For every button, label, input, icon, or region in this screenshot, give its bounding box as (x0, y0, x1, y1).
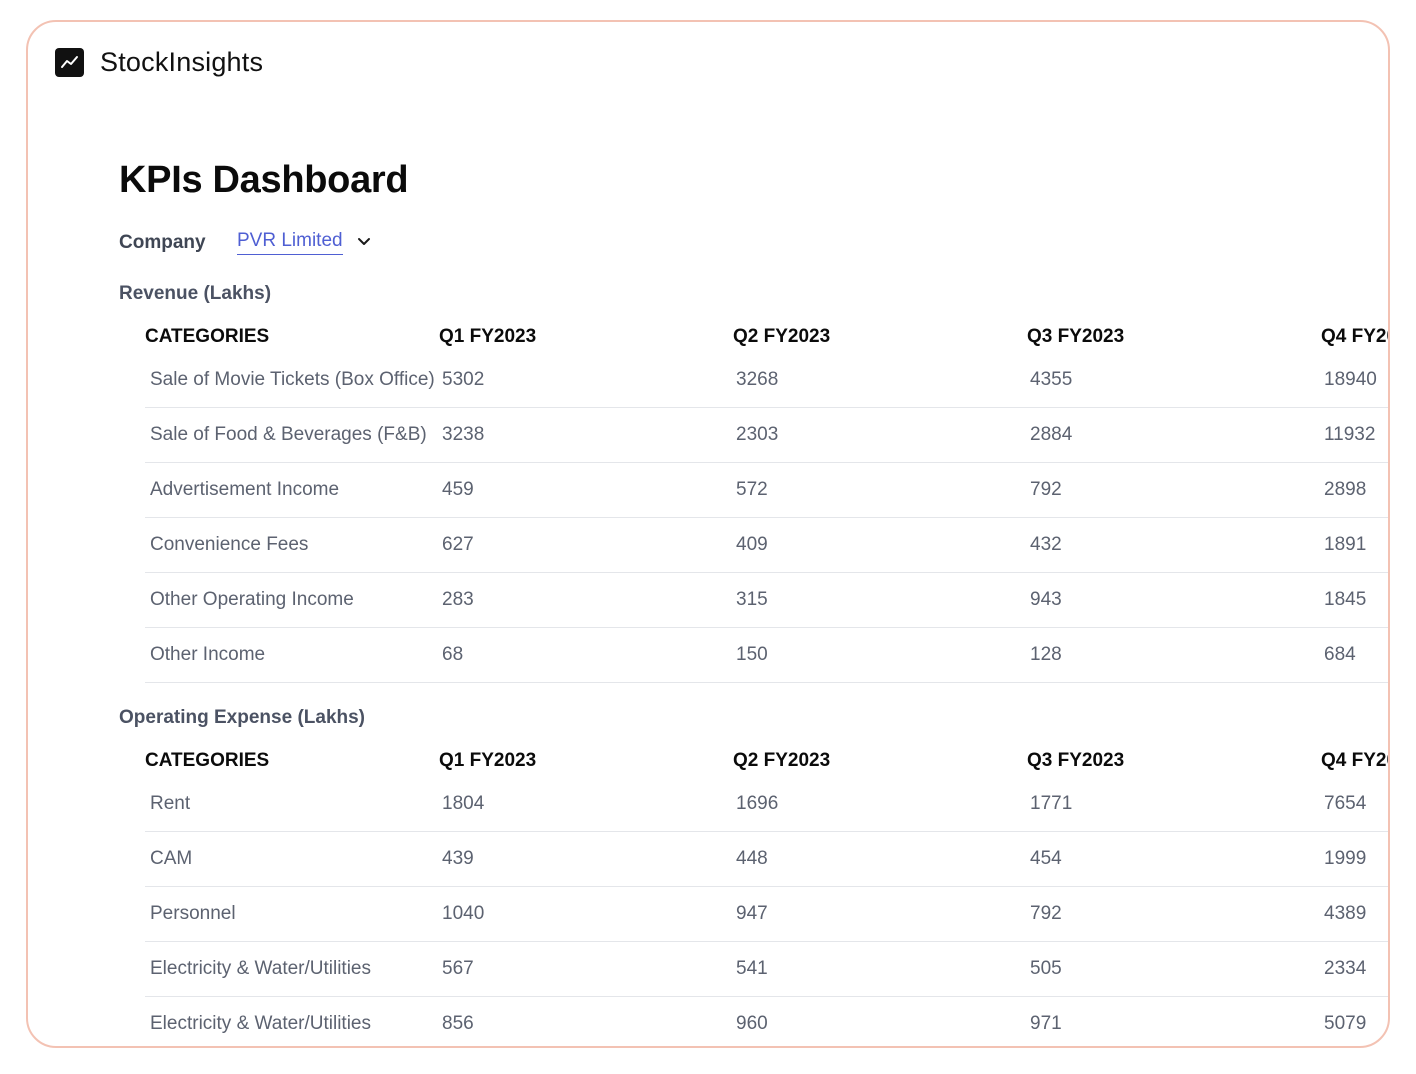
value-cell: 150 (733, 627, 1027, 683)
value-cell: 315 (733, 572, 1027, 628)
value-cell: 18940 (1321, 353, 1388, 408)
opex-section-title: Operating Expense (Lakhs) (119, 707, 366, 728)
value-cell: 283 (439, 572, 733, 628)
column-header: Q3 FY2023 (1027, 326, 1125, 347)
value-cell: 454 (1027, 831, 1321, 887)
column-header: Q1 FY2023 (439, 750, 537, 771)
trend-line-icon (55, 48, 84, 77)
table-row: Electricity & Water/Utilities 567 541 50… (145, 941, 1388, 997)
app-window: StockInsights KPIs Dashboard Company PVR… (26, 20, 1390, 1048)
column-header: Q4 FY2023 (1321, 326, 1388, 347)
table-row: Sale of Movie Tickets (Box Office) 5302 … (145, 353, 1388, 408)
value-cell: 3238 (439, 407, 733, 463)
revenue-table: CATEGORIES Q1 FY2023 Q2 FY2023 Q3 FY2023… (145, 321, 1388, 683)
category-cell: Electricity & Water/Utilities (145, 996, 439, 1046)
value-cell: 439 (439, 831, 733, 887)
table-row: Personnel 1040 947 792 4389 (145, 886, 1388, 942)
table-row: Rent 1804 1696 1771 7654 (145, 777, 1388, 832)
value-cell: 541 (733, 941, 1027, 997)
table-header-row: CATEGORIES Q1 FY2023 Q2 FY2023 Q3 FY2023… (145, 745, 1388, 777)
category-cell: Electricity & Water/Utilities (145, 941, 439, 997)
table-row: Electricity & Water/Utilities 856 960 97… (145, 996, 1388, 1046)
category-cell: Rent (145, 777, 439, 832)
value-cell: 684 (1321, 627, 1388, 683)
company-value[interactable]: PVR Limited (237, 230, 343, 255)
column-header: Q2 FY2023 (733, 326, 831, 347)
table-row: Sale of Food & Beverages (F&B) 3238 2303… (145, 407, 1388, 463)
value-cell: 947 (733, 886, 1027, 942)
value-cell: 627 (439, 517, 733, 573)
column-header: Q2 FY2023 (733, 750, 831, 771)
value-cell: 128 (1027, 627, 1321, 683)
value-cell: 1845 (1321, 572, 1388, 628)
value-cell: 448 (733, 831, 1027, 887)
value-cell: 68 (439, 627, 733, 683)
value-cell: 7654 (1321, 777, 1388, 832)
table-header-row: CATEGORIES Q1 FY2023 Q2 FY2023 Q3 FY2023… (145, 321, 1388, 353)
value-cell: 505 (1027, 941, 1321, 997)
company-label: Company (119, 231, 206, 253)
value-cell: 1696 (733, 777, 1027, 832)
value-cell: 5302 (439, 353, 733, 408)
value-cell: 3268 (733, 353, 1027, 408)
category-cell: Other Operating Income (145, 572, 439, 628)
revenue-section-title: Revenue (Lakhs) (119, 283, 272, 304)
table-row: Other Operating Income 283 315 943 1845 (145, 572, 1388, 628)
page-title: KPIs Dashboard (119, 159, 409, 201)
category-cell: Sale of Movie Tickets (Box Office) (145, 353, 439, 408)
value-cell: 960 (733, 996, 1027, 1046)
category-cell: Sale of Food & Beverages (F&B) (145, 407, 439, 463)
value-cell: 971 (1027, 996, 1321, 1046)
opex-table: CATEGORIES Q1 FY2023 Q2 FY2023 Q3 FY2023… (145, 745, 1388, 1046)
category-cell: Advertisement Income (145, 462, 439, 518)
value-cell: 792 (1027, 886, 1321, 942)
chevron-down-icon[interactable] (357, 234, 371, 252)
column-header: CATEGORIES (145, 326, 270, 347)
value-cell: 2303 (733, 407, 1027, 463)
column-header: Q3 FY2023 (1027, 750, 1125, 771)
value-cell: 4389 (1321, 886, 1388, 942)
company-filter: Company PVR Limited (119, 230, 371, 255)
table-row: Other Income 68 150 128 684 (145, 627, 1388, 683)
value-cell: 1771 (1027, 777, 1321, 832)
value-cell: 409 (733, 517, 1027, 573)
value-cell: 1804 (439, 777, 733, 832)
value-cell: 856 (439, 996, 733, 1046)
value-cell: 1891 (1321, 517, 1388, 573)
category-cell: Personnel (145, 886, 439, 942)
table-row: Convenience Fees 627 409 432 1891 (145, 517, 1388, 573)
value-cell: 567 (439, 941, 733, 997)
category-cell: CAM (145, 831, 439, 887)
column-header: Q4 FY2023 (1321, 750, 1388, 771)
value-cell: 432 (1027, 517, 1321, 573)
value-cell: 2334 (1321, 941, 1388, 997)
category-cell: Other Income (145, 627, 439, 683)
category-cell: Convenience Fees (145, 517, 439, 573)
value-cell: 572 (733, 462, 1027, 518)
value-cell: 2898 (1321, 462, 1388, 518)
value-cell: 5079 (1321, 996, 1388, 1046)
value-cell: 1999 (1321, 831, 1388, 887)
value-cell: 1040 (439, 886, 733, 942)
value-cell: 792 (1027, 462, 1321, 518)
value-cell: 11932 (1321, 407, 1388, 463)
column-header: CATEGORIES (145, 750, 270, 771)
column-header: Q1 FY2023 (439, 326, 537, 347)
value-cell: 2884 (1027, 407, 1321, 463)
value-cell: 4355 (1027, 353, 1321, 408)
app-name: StockInsights (100, 47, 264, 77)
brand[interactable]: StockInsights (55, 47, 263, 78)
company-select[interactable]: PVR Limited (237, 230, 371, 255)
value-cell: 459 (439, 462, 733, 518)
table-row: Advertisement Income 459 572 792 2898 (145, 462, 1388, 518)
value-cell: 943 (1027, 572, 1321, 628)
table-row: CAM 439 448 454 1999 (145, 831, 1388, 887)
